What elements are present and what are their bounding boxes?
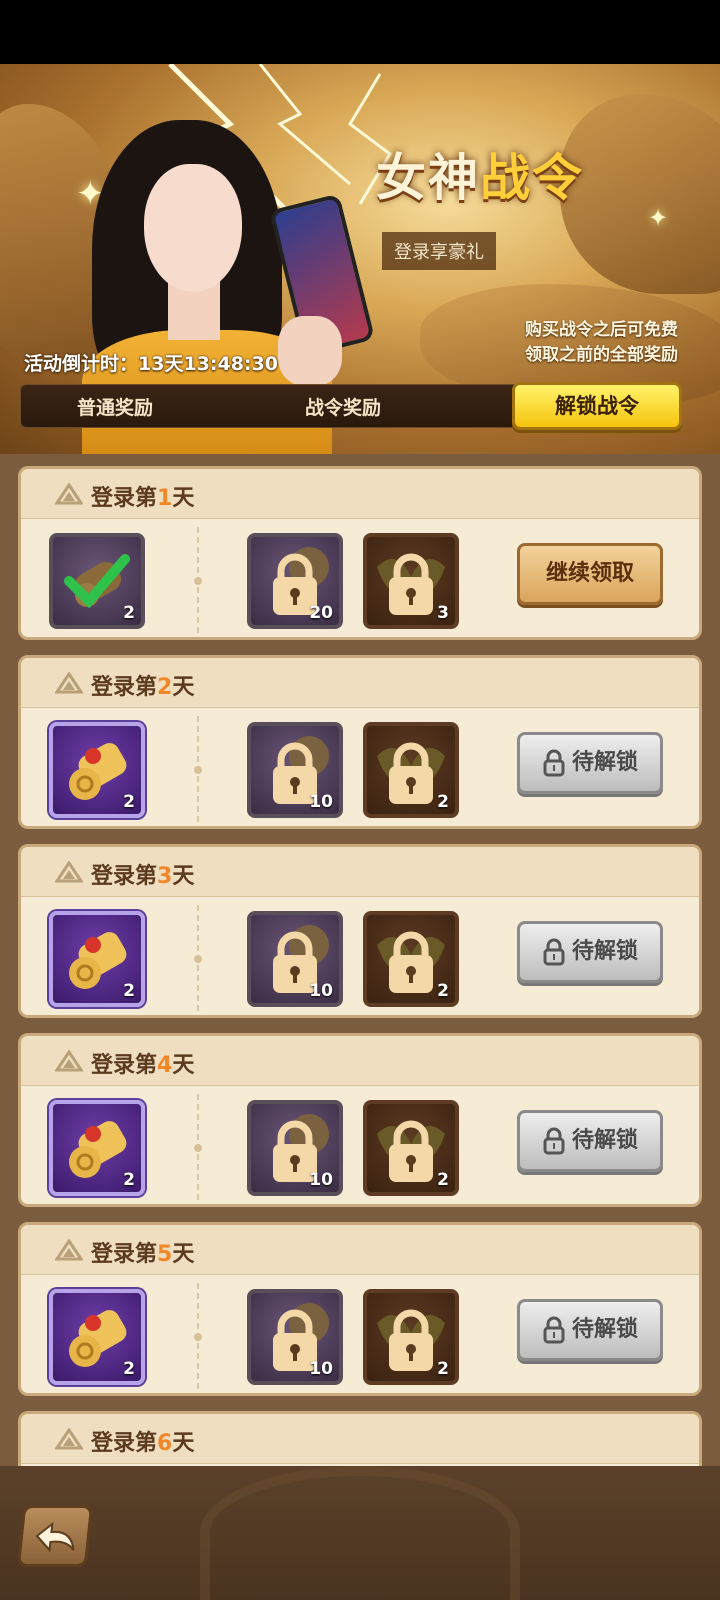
item-quantity: 2 [437,1170,449,1190]
day-card-header: 登录第2天 [21,658,699,708]
locked-button-label: 待解锁 [571,750,638,775]
triangle-icon [55,483,83,505]
footer-bar [0,1466,720,1600]
day-title: 登录第2天 [91,675,195,700]
pass-reward-item[interactable]: 10 [247,722,343,818]
item-quantity: 2 [437,1359,449,1379]
normal-reward-item[interactable]: 2 [49,1289,145,1385]
pass-reward-item[interactable]: 10 [247,1289,343,1385]
triangle-icon [55,1239,83,1261]
locked-button[interactable]: 待解锁 [517,1299,663,1361]
lock-icon [543,938,565,966]
buy-note-line: 领取之前的全部奖励 [525,345,678,365]
item-quantity: 2 [123,603,135,623]
event-title: 女神战令 [376,138,584,210]
item-quantity: 20 [309,603,333,623]
item-quantity: 3 [437,603,449,623]
lock-icon [543,1316,565,1344]
tab-pass-rewards[interactable]: 战令奖励 [305,393,381,420]
pass-reward-item[interactable]: 2 [363,722,459,818]
title-main: 女神 [376,149,480,207]
day-card-header: 登录第1天 [21,469,699,519]
day-card-header: 登录第6天 [21,1414,699,1464]
item-quantity: 10 [309,1359,333,1379]
item-quantity: 2 [123,1170,135,1190]
triangle-icon [55,672,83,694]
normal-reward-item[interactable]: 2 [49,722,145,818]
divider-dot [194,577,202,585]
normal-reward-item[interactable]: 2 [49,1100,145,1196]
item-quantity: 2 [437,792,449,812]
buy-pass-note: 购买战令之后可免费 领取之前的全部奖励 [525,318,678,368]
pass-reward-item[interactable]: 3 [363,533,459,629]
day-card-header: 登录第4天 [21,1036,699,1086]
pass-reward-item[interactable]: 10 [247,1100,343,1196]
day-card-header: 登录第5天 [21,1225,699,1275]
status-bar [0,0,720,64]
locked-button[interactable]: 待解锁 [517,732,663,794]
day-title: 登录第1天 [91,486,195,511]
rock-decoration [560,94,720,294]
locked-button[interactable]: 待解锁 [517,921,663,983]
day-card: 登录第5天 2 10 2 待解锁 [18,1222,702,1396]
divider-dot [194,1333,202,1341]
item-quantity: 2 [123,981,135,1001]
item-quantity: 2 [123,792,135,812]
triangle-icon [55,1050,83,1072]
buy-note-line: 购买战令之后可免费 [525,320,678,340]
countdown-label: 活动倒计时： [24,353,139,375]
title-accent: 战令 [480,149,584,207]
back-button[interactable] [16,1505,94,1567]
item-quantity: 10 [309,981,333,1001]
continue-claim-button[interactable]: 继续领取 [517,543,663,605]
day-title: 登录第4天 [91,1053,195,1078]
item-quantity: 10 [309,1170,333,1190]
reward-list[interactable]: 登录第1天 2 20 3 继续领取 登录第2天 2 10 2 待解锁 登录第3天… [0,454,720,1466]
day-card-header: 登录第3天 [21,847,699,897]
item-quantity: 10 [309,792,333,812]
divider-dot [194,1144,202,1152]
countdown-timer: 活动倒计时：13天13:48:30 [24,349,278,376]
day-card: 登录第6天 [18,1411,702,1466]
locked-button-label: 待解锁 [571,1128,638,1153]
divider-dot [194,766,202,774]
day-card: 登录第2天 2 10 2 待解锁 [18,655,702,829]
triangle-icon [55,861,83,883]
back-arrow-icon [35,1521,75,1553]
emblem-decoration [200,1466,520,1600]
divider-dot [194,955,202,963]
pass-reward-item[interactable]: 20 [247,533,343,629]
lock-icon [543,749,565,777]
locked-button-label: 待解锁 [571,939,638,964]
tab-normal-rewards[interactable]: 普通奖励 [77,393,153,420]
normal-reward-item[interactable]: 2 [49,533,145,629]
sparkle-icon: ✦ [648,204,669,232]
pass-reward-item[interactable]: 10 [247,911,343,1007]
pass-reward-item[interactable]: 2 [363,1289,459,1385]
pass-reward-item[interactable]: 2 [363,911,459,1007]
day-title: 登录第6天 [91,1431,195,1456]
normal-reward-item[interactable]: 2 [49,911,145,1007]
unlock-pass-button[interactable]: 解锁战令 [512,382,682,430]
day-title: 登录第5天 [91,1242,195,1267]
item-quantity: 2 [437,981,449,1001]
day-card: 登录第1天 2 20 3 继续领取 [18,466,702,640]
lock-icon [543,1127,565,1155]
day-title: 登录第3天 [91,864,195,889]
day-card: 登录第3天 2 10 2 待解锁 [18,844,702,1018]
pass-reward-item[interactable]: 2 [363,1100,459,1196]
triangle-icon [55,1428,83,1450]
item-quantity: 2 [123,1359,135,1379]
countdown-value: 13天13:48:30 [138,353,278,375]
event-subtitle: 登录享豪礼 [382,232,496,270]
locked-button-label: 待解锁 [571,1317,638,1342]
locked-button[interactable]: 待解锁 [517,1110,663,1172]
day-card: 登录第4天 2 10 2 待解锁 [18,1033,702,1207]
